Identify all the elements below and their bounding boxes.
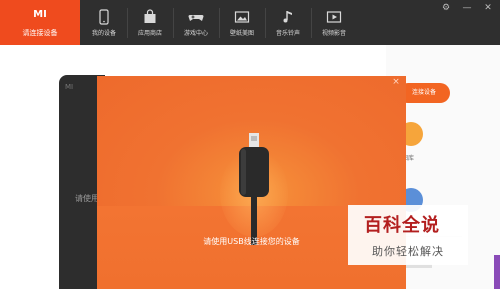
nav-item-video[interactable]: 视频影音 [312,0,356,45]
phone-icon [99,9,109,25]
nav-label: 音乐铃声 [275,30,300,37]
nav-label: 应用商店 [137,30,162,37]
brand-label: 请连接设备 [22,29,58,37]
watermark-subtitle: 助你轻松解决 [372,245,444,258]
nav-label: 视频影音 [321,30,346,37]
desktop-edge [494,255,500,289]
close-window-button[interactable]: ✕ [482,2,494,14]
watermark: 百科全说 助你轻松解决 [348,205,468,265]
nav-item-game-center[interactable]: 游戏中心 [174,0,218,45]
watermark-title: 百科全说 [364,215,440,236]
phone-hint-text: 请使用 [75,194,99,203]
nav-label: 壁纸美图 [229,30,254,37]
mi-logo-icon: MI [33,9,47,20]
nav-item-music[interactable]: 音乐铃声 [266,0,310,45]
nav-label: 游戏中心 [183,30,208,37]
bag-icon [144,9,156,23]
usb-cable-icon [220,133,288,245]
video-icon [326,11,342,23]
minimize-button[interactable]: — [461,2,473,14]
music-note-icon [283,11,292,23]
nav-item-my-device[interactable]: 我的设备 [82,0,126,45]
nav-item-app-store[interactable]: 应用商店 [128,0,172,45]
dialog-close-button[interactable]: × [389,77,403,89]
device-brand-tab[interactable]: MI 请连接设备 [0,0,80,45]
gamepad-icon [188,15,204,21]
phone-logo: MI [65,83,74,91]
nav-label: 我的设备 [91,30,116,37]
nav-item-wallpaper[interactable]: 壁纸美图 [220,0,264,45]
settings-button[interactable]: ⚙ [440,2,452,14]
picture-icon [234,11,250,23]
